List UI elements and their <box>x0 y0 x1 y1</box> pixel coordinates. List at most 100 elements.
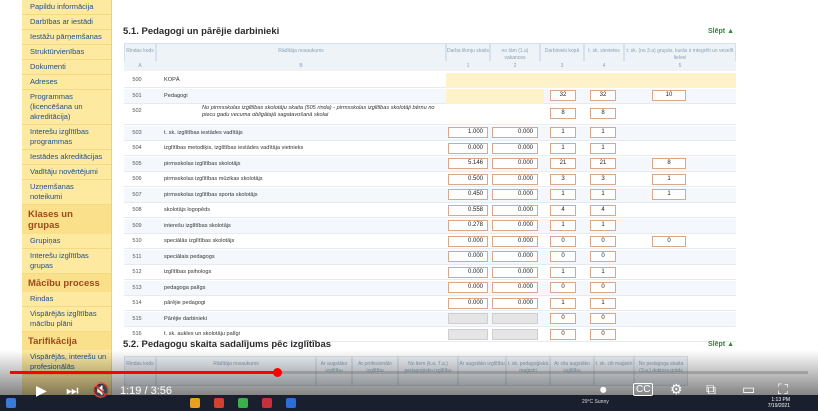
fullscreen-icon[interactable]: ⛶ <box>778 381 788 398</box>
word-icon[interactable] <box>286 398 296 408</box>
cell-input-c3[interactable]: 0 <box>550 282 576 293</box>
cell-input-c2[interactable]: 0.000 <box>492 204 538 216</box>
cell-input-c1[interactable]: 0.278 <box>448 220 488 231</box>
sidebar-item[interactable]: Adreses <box>22 75 111 90</box>
sidebar-item[interactable]: Dokumenti <box>22 60 111 75</box>
cell-input-c1[interactable]: 0.000 <box>448 142 488 154</box>
cell-input-c1[interactable]: 0.450 <box>448 189 488 200</box>
cell-input-c1[interactable] <box>448 328 488 340</box>
cell-input-c4[interactable]: 1 <box>590 220 616 231</box>
sidebar-item[interactable]: Interešu izglītības grupas <box>22 249 111 274</box>
cell-input-c4[interactable]: 4 <box>590 204 616 216</box>
sidebar-section-header[interactable]: Tarifikācija <box>22 332 111 350</box>
cell-input-c2[interactable]: 0.000 <box>492 173 538 185</box>
cell-input-c4[interactable]: 8 <box>590 108 616 119</box>
cell-input-c3[interactable]: 1 <box>550 220 576 231</box>
cell-input-c2[interactable]: 0.000 <box>492 297 538 309</box>
cell-input-c4[interactable]: 1 <box>590 266 616 278</box>
cell-input-c2[interactable]: 0.000 <box>492 142 538 154</box>
cell-input-c2[interactable]: 0.000 <box>492 220 538 231</box>
cell-input-c4[interactable]: 1 <box>590 127 616 138</box>
cell-input-c5[interactable]: 1 <box>652 173 686 185</box>
sidebar-section-header[interactable]: Klases un grupas <box>22 205 111 234</box>
theater-mode-icon[interactable]: ▭ <box>742 381 755 398</box>
cell-input-c4[interactable]: 0 <box>590 313 616 324</box>
sidebar-item[interactable]: Papildu informācija <box>22 0 111 15</box>
cell-input-c3[interactable]: 32 <box>550 90 576 101</box>
play-icon[interactable]: ▶ <box>36 382 47 399</box>
cell-input-c3[interactable]: 0 <box>550 313 576 324</box>
cell-input-c1[interactable]: 0.000 <box>448 282 488 293</box>
cell-input-c2[interactable]: 0.000 <box>492 235 538 247</box>
cell-input-c2[interactable]: 0.000 <box>492 251 538 262</box>
subtitles-icon[interactable]: CC <box>633 383 654 396</box>
cell-input-c4[interactable]: 0 <box>590 251 616 262</box>
cell-input-c2[interactable]: 0.000 <box>492 266 538 278</box>
cell-input-c1[interactable] <box>448 313 488 324</box>
cell-input-c3[interactable]: 1 <box>550 266 576 278</box>
cell-input-c1[interactable]: 0.558 <box>448 204 488 216</box>
cell-input-c4[interactable]: 21 <box>590 158 616 169</box>
sidebar-section-header[interactable]: Mācību process <box>22 274 111 292</box>
next-icon[interactable]: ⏭ <box>66 382 79 399</box>
sidebar-item[interactable]: Vispārējās izglītības mācību plāni <box>22 307 111 332</box>
cell-input-c2[interactable]: 0.000 <box>492 282 538 293</box>
miniplayer-icon[interactable]: ⧉ <box>706 381 716 398</box>
cell-input-c4[interactable]: 1 <box>590 142 616 154</box>
cell-input-c1[interactable]: 0.000 <box>448 235 488 247</box>
sidebar-item[interactable]: Vadītāju novērtējumi <box>22 165 111 180</box>
sidebar-item[interactable]: Iestāžu pārņemšanas <box>22 30 111 45</box>
cell-input-c5[interactable]: 1 <box>652 189 686 200</box>
excel-icon[interactable] <box>238 398 248 408</box>
cell-input-c3[interactable]: 0 <box>550 235 576 247</box>
cell-input-c1[interactable]: 0.500 <box>448 173 488 185</box>
cell-input-c3[interactable]: 0 <box>550 251 576 262</box>
cell-input-c3[interactable]: 4 <box>550 204 576 216</box>
autoplay-toggle-icon[interactable]: ⏺ <box>600 382 607 398</box>
cell-input-c4[interactable]: 0 <box>590 328 616 340</box>
cell-input-c4[interactable]: 1 <box>590 297 616 309</box>
cell-input-c1[interactable]: 0.000 <box>448 266 488 278</box>
sidebar-item[interactable]: Struktūrvienības <box>22 45 111 60</box>
cell-input-c5[interactable]: 8 <box>652 158 686 169</box>
mute-icon[interactable]: 🔇 <box>92 382 109 399</box>
cell-input-c3[interactable]: 0 <box>550 328 576 340</box>
cell-input-c1[interactable]: 5.146 <box>448 158 488 169</box>
acrobat-icon[interactable] <box>262 398 272 408</box>
cell-input-c4[interactable]: 32 <box>590 90 616 101</box>
sidebar-item[interactable]: Interešu izglītības programmas <box>22 125 111 150</box>
chrome-icon[interactable] <box>214 398 224 408</box>
cell-input-c4[interactable]: 0 <box>590 282 616 293</box>
cell-input-c3[interactable]: 1 <box>550 142 576 154</box>
settings-gear-icon[interactable]: ⚙ <box>670 381 683 398</box>
cell-input-c1[interactable]: 0.000 <box>448 297 488 309</box>
sidebar-item[interactable]: Iestādes akreditācijas <box>22 150 111 165</box>
sidebar-item[interactable]: Rindas <box>22 292 111 307</box>
cell-input-c2[interactable]: 0.000 <box>492 127 538 138</box>
sidebar-item[interactable]: Uzņemšanas noteikumi <box>22 180 111 205</box>
cell-input-c3[interactable]: 1 <box>550 127 576 138</box>
cell-input-c4[interactable]: 3 <box>590 173 616 185</box>
cell-input-c4[interactable]: 0 <box>590 235 616 247</box>
cell-input-c5[interactable]: 10 <box>652 90 686 101</box>
sidebar-item[interactable]: Grupiņas <box>22 234 111 249</box>
cell-input-c3[interactable]: 1 <box>550 297 576 309</box>
sidebar-item[interactable]: Programmas (licencēšana un akreditācija) <box>22 90 111 125</box>
cell-input-c5[interactable]: 0 <box>652 235 686 247</box>
windows-start-icon[interactable] <box>6 398 16 408</box>
cell-input-c1[interactable]: 0.000 <box>448 251 488 262</box>
cell-input-c1[interactable]: 1.000 <box>448 127 488 138</box>
cell-input-c4[interactable]: 1 <box>590 189 616 200</box>
cell-input-c2[interactable]: 0.000 <box>492 189 538 200</box>
cell-input-c3[interactable]: 8 <box>550 108 576 119</box>
cell-input-c3[interactable]: 3 <box>550 173 576 185</box>
cell-input-c2[interactable]: 0.000 <box>492 158 538 169</box>
cell-input-c2[interactable] <box>492 328 538 340</box>
hide-section2-link[interactable]: Slēpt ▲ <box>708 341 734 348</box>
cell-input-c2[interactable] <box>492 313 538 324</box>
cell-input-c3[interactable]: 1 <box>550 189 576 200</box>
explorer-icon[interactable] <box>190 398 200 408</box>
hide-section1-link[interactable]: Slēpt ▲ <box>708 28 734 35</box>
cell-input-c3[interactable]: 21 <box>550 158 576 169</box>
sidebar-item[interactable]: Darbības ar iestādi <box>22 15 111 30</box>
